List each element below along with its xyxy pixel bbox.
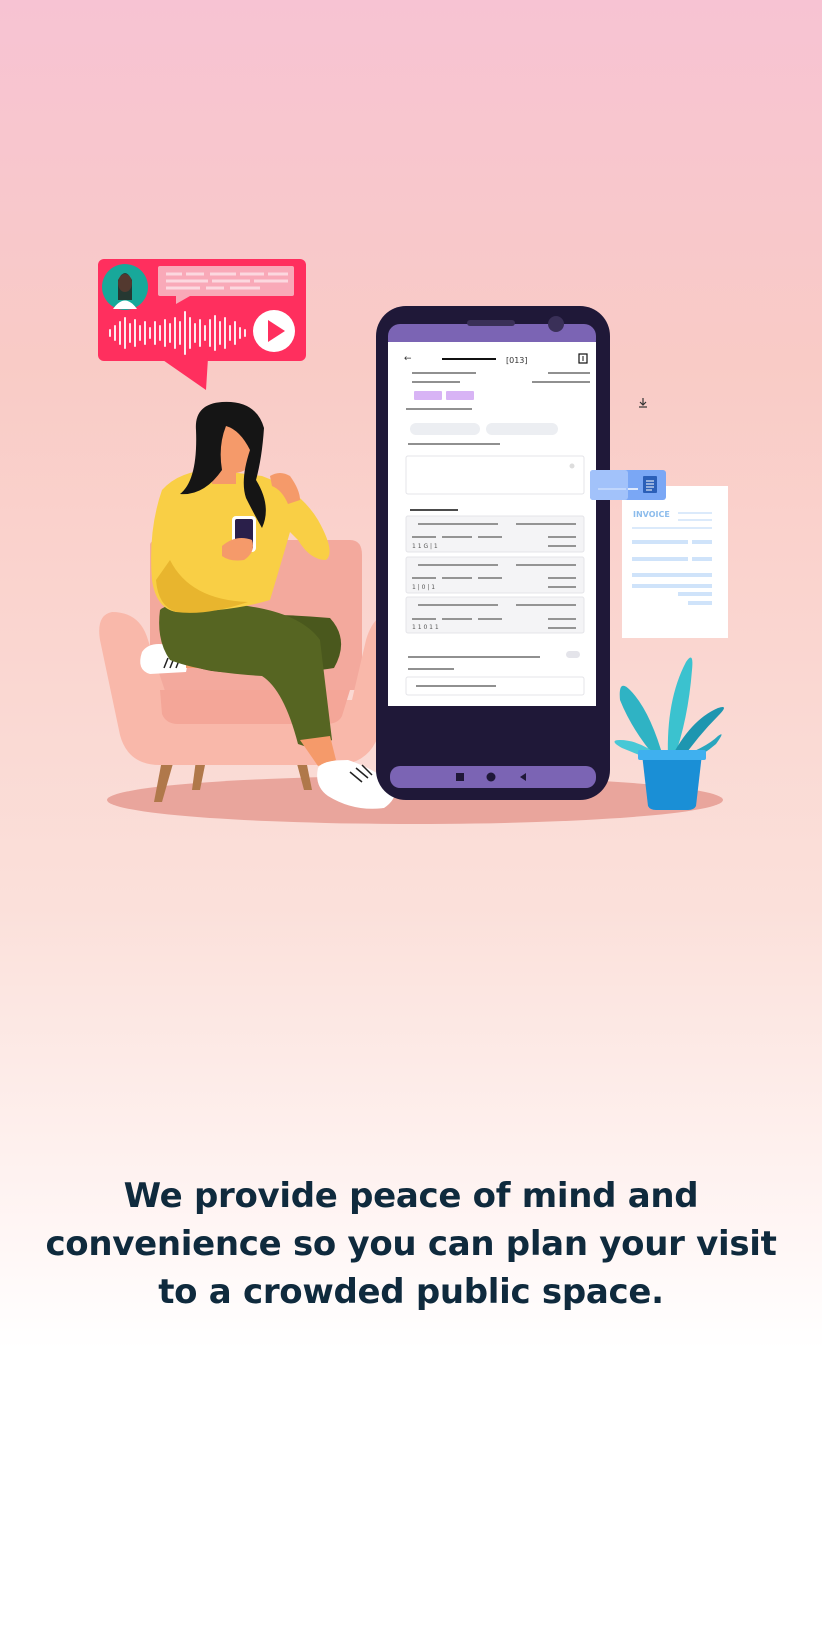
list-card: 1 1 0 1 1 — [405, 596, 585, 634]
document-icon — [643, 476, 657, 493]
back-arrow-icon[interactable]: ← — [404, 354, 412, 364]
phone-header-code: [013] — [506, 356, 528, 365]
list-card: 1 1 G | 1 — [405, 515, 585, 553]
svg-text:1 1 0 1 1: 1 1 0 1 1 — [412, 624, 439, 631]
onboarding-caption: We provide peace of mind and convenience… — [45, 1176, 777, 1312]
onboarding-illustration: ← [013] 1 1 G | 1 1 | 0 | 1 1 1 0 1 1 IN… — [98, 259, 728, 824]
square-nav-icon[interactable] — [456, 773, 464, 781]
circle-nav-icon[interactable] — [486, 772, 496, 782]
invoice-label: INVOICE — [633, 510, 670, 519]
download-icon[interactable] — [639, 398, 647, 408]
svg-text:1 | 0 | 1: 1 | 0 | 1 — [412, 584, 435, 591]
list-card: 1 | 0 | 1 — [405, 556, 585, 594]
play-icon[interactable] — [253, 310, 295, 352]
phone-mockup: ← [013] 1 1 G | 1 1 | 0 | 1 1 1 0 1 1 — [376, 306, 610, 800]
voice-message-bubble — [98, 259, 306, 390]
invoice-card: INVOICE — [622, 486, 728, 638]
svg-text:1 1 G | 1: 1 1 G | 1 — [412, 543, 438, 550]
document-card — [590, 470, 666, 500]
